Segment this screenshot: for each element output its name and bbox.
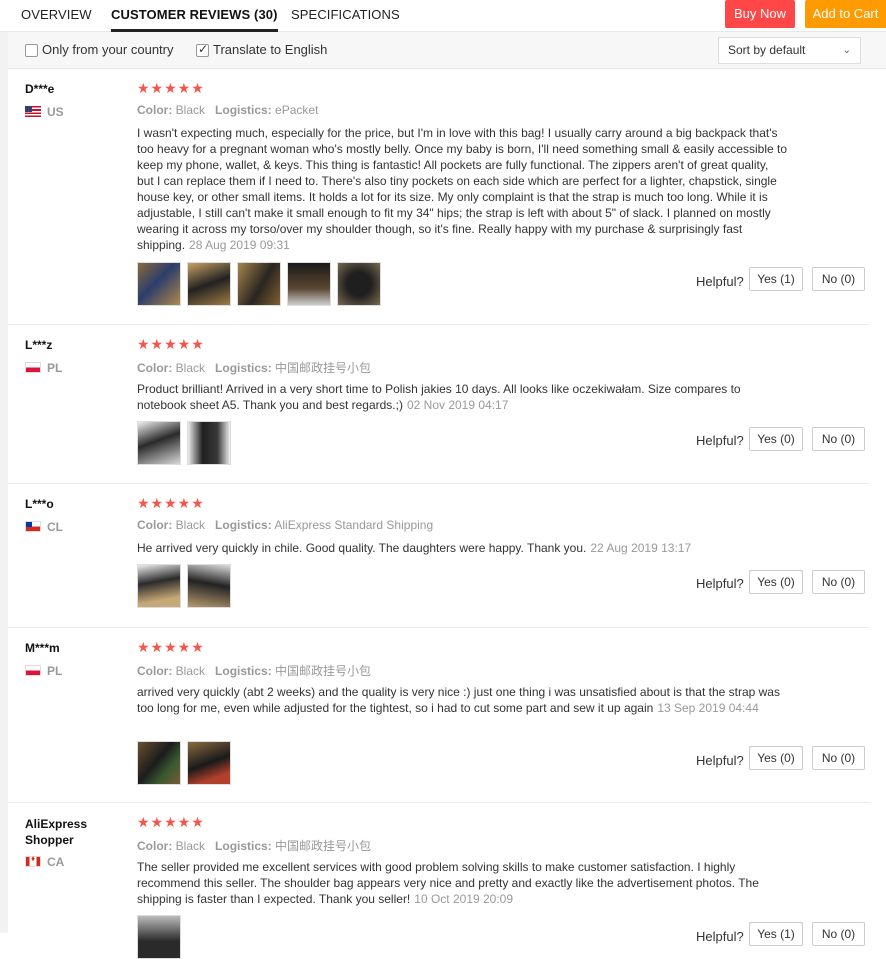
review-country: PL [25,664,62,678]
review-country: CA [25,854,64,869]
helpful-label: Helpful? [696,433,744,448]
tab-customer-reviews[interactable]: CUSTOMER REVIEWS (30) [111,0,278,32]
review-text: arrived very quickly (abt 2 weeks) and t… [137,685,780,715]
translate-checkbox[interactable] [196,42,209,57]
review-meta: Color: Black Logistics: ePacket [137,103,319,117]
helpful-label: Helpful? [696,576,744,591]
helpful-yes-button[interactable]: Yes (0) [749,746,803,770]
us-flag-icon [25,106,41,117]
review-user: L***z [25,338,53,352]
review-user: L***o [25,497,54,511]
tab-bar: OVERVIEW CUSTOMER REVIEWS (30) SPECIFICA… [0,0,886,32]
review-text: Product brilliant! Arrived in a very sho… [137,382,741,412]
review-meta: Color: Black Logistics: AliExpress Stand… [137,518,434,532]
review-photo[interactable] [187,421,231,465]
helpful-no-button[interactable]: No (0) [812,922,865,946]
review-date: 10 Oct 2019 20:09 [414,892,514,906]
star-rating: ★★★★★ [137,814,205,830]
review-meta: Color: Black Logistics: 中国邮政挂号小包 [137,361,372,375]
review-photo[interactable] [287,262,331,306]
review-item: L***o CL ★★★★★ Color: Black Logistics: A… [8,484,870,628]
buy-now-button[interactable]: Buy Now [725,0,795,28]
helpful-label: Helpful? [696,274,744,289]
filter-bar: Only from your country Translate to Engl… [8,32,886,69]
review-date: 28 Aug 2019 09:31 [189,238,290,252]
star-rating: ★★★★★ [137,336,205,352]
review-photos [137,421,237,465]
cl-flag-icon [25,521,41,532]
tab-specifications[interactable]: SPECIFICATIONS [291,0,400,32]
review-item: M***m PL ★★★★★ Color: Black Logistics: 中… [8,628,870,803]
review-user: AliExpress Shopper [25,817,88,847]
review-photo[interactable] [187,564,231,608]
sort-select-value: Sort by default [728,43,806,57]
helpful-label: Helpful? [696,929,744,944]
pl-flag-icon [25,665,41,676]
review-photo[interactable] [137,741,181,785]
review-country: US [25,105,64,119]
chevron-down-icon: ⌄ [842,45,851,56]
review-date: 22 Aug 2019 13:17 [590,541,692,555]
only-country-label[interactable]: Only from your country [42,42,174,57]
review-date: 02 Nov 2019 04:17 [406,398,509,412]
review-photo[interactable] [187,741,231,785]
ca-flag-icon [25,854,41,867]
helpful-no-button[interactable]: No (0) [812,427,865,451]
review-photos [137,741,237,785]
helpful-yes-button[interactable]: Yes (1) [749,922,803,946]
review-text: I wasn't expecting much, especially for … [137,126,788,252]
review-user: M***m [25,641,60,655]
review-photo[interactable] [137,915,181,959]
tab-overview[interactable]: OVERVIEW [21,0,92,32]
review-country: PL [25,361,62,375]
sort-select[interactable]: Sort by default ⌄ [718,37,861,64]
review-item: D***e US ★★★★★ Color: Black Logistics: e… [8,69,870,325]
review-item: L***z PL ★★★★★ Color: Black Logistics: 中… [8,325,870,484]
review-meta: Color: Black Logistics: 中国邮政挂号小包 [137,664,372,678]
star-rating: ★★★★★ [137,495,205,511]
star-rating: ★★★★★ [137,639,205,655]
helpful-yes-button[interactable]: Yes (0) [749,427,803,451]
add-to-cart-button[interactable]: Add to Cart [805,0,886,28]
review-country: CL [25,520,63,534]
review-meta: Color: Black Logistics: 中国邮政挂号小包 [137,839,372,853]
review-photo[interactable] [237,262,281,306]
helpful-yes-button[interactable]: Yes (1) [749,267,803,291]
translate-label[interactable]: Translate to English [213,42,327,57]
review-photo[interactable] [337,262,381,306]
helpful-label: Helpful? [696,753,744,768]
star-rating: ★★★★★ [137,80,205,96]
review-text: The seller provided me excellent service… [137,860,759,906]
helpful-yes-button[interactable]: Yes (0) [749,570,803,594]
left-strip [0,32,8,933]
review-user: D***e [25,82,55,96]
review-photos [137,262,387,306]
review-text: He arrived very quickly in chile. Good q… [137,541,692,555]
helpful-no-button[interactable]: No (0) [812,267,865,291]
helpful-no-button[interactable]: No (0) [812,746,865,770]
review-photo[interactable] [187,262,231,306]
review-photo[interactable] [137,421,181,465]
review-photo[interactable] [137,564,181,608]
helpful-no-button[interactable]: No (0) [812,570,865,594]
review-date: 13 Sep 2019 04:44 [657,701,759,715]
review-photos [137,564,237,608]
review-item: AliExpress Shopper CA ★★★★★ Color: Black… [8,803,870,959]
review-photo[interactable] [137,262,181,306]
pl-flag-icon [25,362,41,373]
review-photos [137,915,187,959]
only-country-checkbox[interactable] [25,44,38,57]
